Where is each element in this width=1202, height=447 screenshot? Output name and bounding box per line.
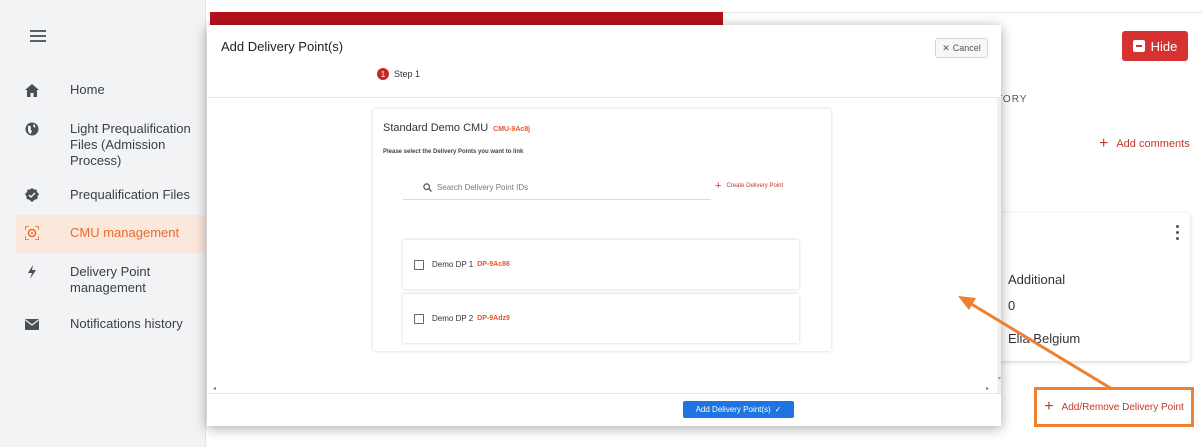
stepper: 1 Step 1 bbox=[377, 68, 420, 80]
hide-button[interactable]: Hide bbox=[1122, 31, 1188, 61]
delivery-point-code: DP-9Ac86 bbox=[477, 261, 510, 268]
cmu-link-card: Standard Demo CMU CMU-9Ac8j Please selec… bbox=[373, 109, 831, 351]
more-options-icon[interactable] bbox=[1176, 225, 1180, 241]
instruction-text: Please select the Delivery Points you wa… bbox=[383, 149, 524, 155]
globe-icon bbox=[22, 121, 42, 137]
search-placeholder: Search Delivery Point IDs bbox=[437, 183, 529, 192]
sidebar-item-cmu-management[interactable]: CMU management bbox=[16, 215, 205, 253]
plus-icon: + bbox=[1044, 398, 1054, 415]
sidebar-item-prequalification-files[interactable]: Prequalification Files bbox=[16, 187, 199, 203]
lightning-icon bbox=[22, 264, 42, 280]
minus-box-icon bbox=[1132, 40, 1145, 52]
sidebar-item-home[interactable]: Home bbox=[16, 82, 199, 98]
cmu-heading: Standard Demo CMU CMU-9Ac8j bbox=[383, 122, 530, 134]
sidebar-item-light-prequalification[interactable]: Light Prequalification Files (Admission … bbox=[16, 121, 199, 169]
dialog-footer-divider bbox=[207, 393, 1001, 394]
envelope-icon bbox=[22, 316, 42, 332]
sidebar-item-label: Light Prequalification Files (Admission … bbox=[70, 121, 191, 168]
sidebar-item-notifications-history[interactable]: Notifications history bbox=[16, 316, 199, 332]
delivery-point-row[interactable]: Demo DP 2 DP-9Adz9 bbox=[403, 294, 799, 343]
cancel-button[interactable]: ✕ Cancel bbox=[935, 38, 988, 58]
delivery-point-name: Demo DP 1 bbox=[432, 260, 474, 269]
plus-icon: + bbox=[1099, 135, 1109, 152]
card-type-value: Additional bbox=[1008, 272, 1066, 287]
delivery-point-row[interactable]: Demo DP 1 DP-9Ac86 bbox=[403, 240, 799, 289]
search-input[interactable]: Search Delivery Point IDs bbox=[403, 176, 711, 200]
scroll-left-icon[interactable]: ◂ bbox=[213, 385, 216, 392]
add-delivery-points-submit-button[interactable]: Add Delivery Point(s) ✓ bbox=[683, 401, 794, 418]
search-icon bbox=[423, 183, 432, 192]
cmu-name: Standard Demo CMU bbox=[383, 122, 489, 134]
delivery-point-checkbox[interactable] bbox=[414, 259, 424, 270]
sidebar-item-label: Prequalification Files bbox=[70, 187, 190, 202]
sidebar-item-label: CMU management bbox=[70, 225, 180, 240]
step-number-badge: 1 bbox=[377, 68, 389, 80]
plus-icon: + bbox=[715, 180, 722, 192]
home-icon bbox=[22, 82, 42, 98]
delivery-point-name: Demo DP 2 bbox=[432, 314, 474, 323]
dialog-divider bbox=[207, 97, 1001, 98]
close-icon: ✕ bbox=[942, 42, 950, 53]
add-delivery-points-dialog: Add Delivery Point(s) ✕ Cancel 1 Step 1 … bbox=[207, 25, 1001, 426]
step-label: Step 1 bbox=[394, 69, 421, 79]
card-company-value: Elia Belgium bbox=[1008, 331, 1081, 346]
sidebar-item-delivery-point-management[interactable]: Delivery Point management bbox=[16, 264, 199, 296]
sidebar-item-label: Notifications history bbox=[70, 316, 183, 331]
dialog-title: Add Delivery Point(s) bbox=[221, 39, 344, 54]
vertical-scrollbar[interactable] bbox=[997, 98, 1001, 393]
add-comments-link[interactable]: + Add comments bbox=[1099, 135, 1190, 152]
cmu-code: CMU-9Ac8j bbox=[493, 126, 531, 133]
delivery-point-code: DP-9Adz9 bbox=[477, 315, 510, 322]
badge-check-icon bbox=[22, 187, 42, 203]
card-count-value: 0 bbox=[1008, 298, 1016, 313]
delivery-point-checkbox[interactable] bbox=[414, 313, 424, 324]
scroll-right-icon[interactable]: ▸ bbox=[986, 385, 989, 392]
scroll-down-icon[interactable]: ▾ bbox=[998, 375, 1001, 382]
sidebar-item-label: Delivery Point management bbox=[70, 264, 151, 295]
create-delivery-point-link[interactable]: + Create Delivery Point bbox=[715, 180, 783, 192]
sidebar-item-label: Home bbox=[70, 82, 105, 97]
sidebar: Home Light Prequalification Files (Admis… bbox=[0, 0, 206, 447]
cmu-icon bbox=[22, 225, 42, 241]
hamburger-icon[interactable] bbox=[30, 30, 46, 42]
add-remove-delivery-point-button[interactable]: + Add/Remove Delivery Point bbox=[1034, 387, 1194, 427]
checkmark-icon: ✓ bbox=[774, 405, 782, 414]
